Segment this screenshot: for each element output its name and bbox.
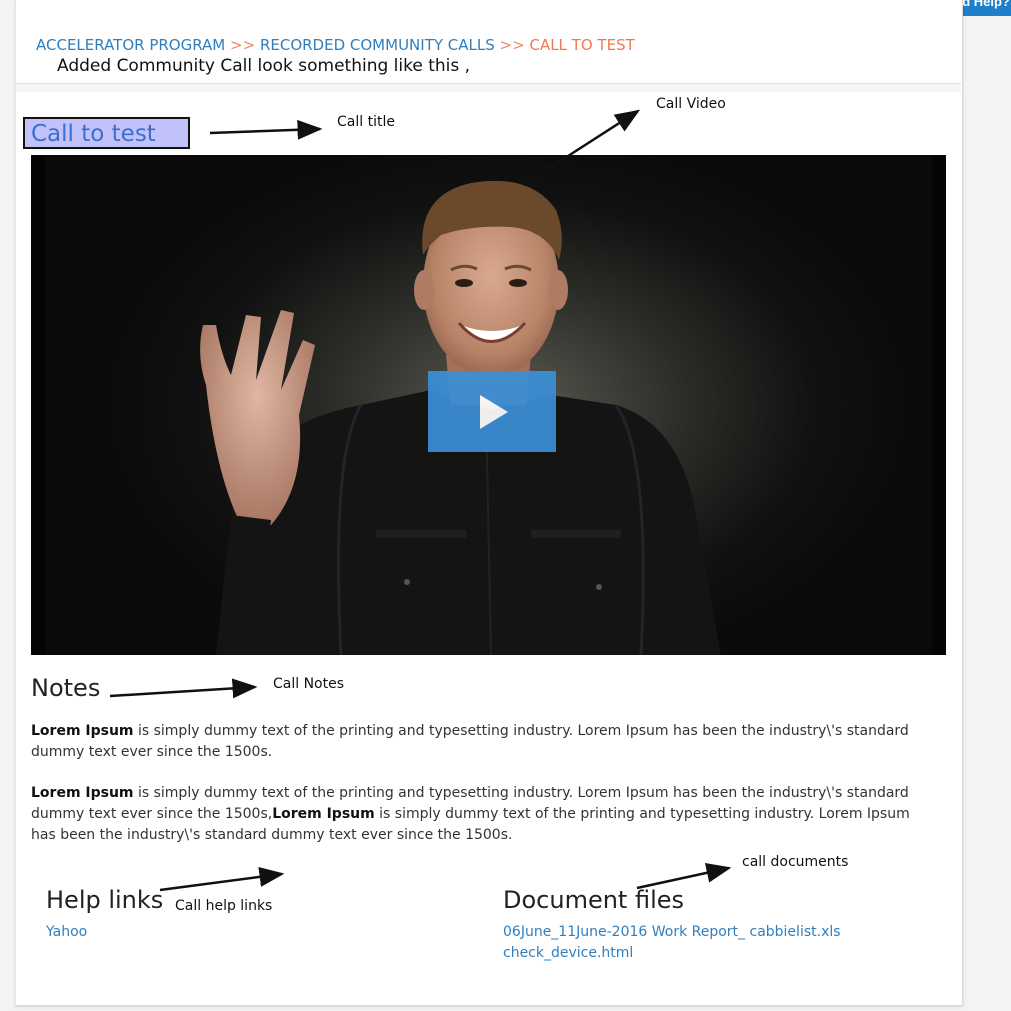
help-links-heading: Help links	[46, 886, 164, 914]
notes-paragraph-1: Lorem Ipsum is simply dummy text of the …	[31, 721, 936, 763]
annotation-call-notes: Call Notes	[273, 676, 345, 692]
notes-bold-text: Lorem Ipsum	[31, 785, 134, 801]
breadcrumb-current: CALL TO TEST	[529, 36, 635, 54]
annotation-call-documents: call documents	[742, 854, 849, 870]
breadcrumb-separator: >>	[499, 36, 525, 54]
call-title: Call to test	[23, 117, 190, 149]
breadcrumb-recorded-community-calls[interactable]: RECORDED COMMUNITY CALLS	[260, 36, 495, 54]
breadcrumb-accelerator-program[interactable]: ACCELERATOR PROGRAM	[36, 36, 225, 54]
notes-text: is simply dummy text of the printing and…	[31, 723, 909, 760]
annotation-call-video: Call Video	[656, 96, 726, 112]
document-link-check-device[interactable]: check_device.html	[503, 945, 633, 961]
video-player[interactable]	[31, 155, 946, 655]
annotation-call-title: Call title	[337, 114, 395, 130]
breadcrumb-separator: >>	[230, 36, 256, 54]
page-subtitle: Added Community Call look something like…	[57, 56, 471, 76]
play-icon	[480, 395, 508, 429]
play-button[interactable]	[428, 371, 556, 452]
notes-heading: Notes	[31, 674, 101, 702]
document-files-heading: Document files	[503, 886, 685, 914]
notes-bold-text: Lorem Ipsum	[272, 806, 375, 822]
notes-bold-text: Lorem Ipsum	[31, 723, 134, 739]
breadcrumb: ACCELERATOR PROGRAM >> RECORDED COMMUNIT…	[36, 36, 635, 54]
divider	[16, 83, 961, 92]
annotation-call-help-links: Call help links	[175, 898, 273, 914]
document-link-work-report[interactable]: 06June_11June-2016 Work Report_ cabbieli…	[503, 924, 841, 940]
help-link-yahoo[interactable]: Yahoo	[46, 924, 87, 940]
notes-paragraph-2: Lorem Ipsum is simply dummy text of the …	[31, 783, 936, 846]
